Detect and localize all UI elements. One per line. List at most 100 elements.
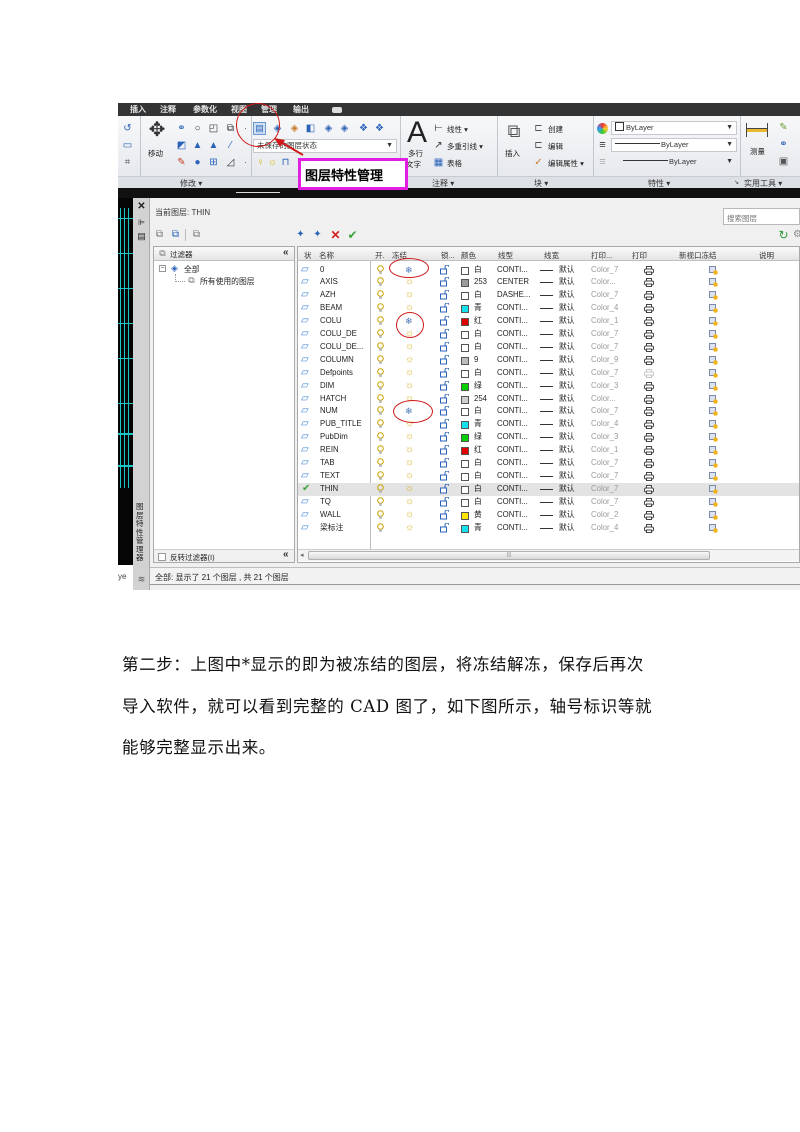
- layer-lineweight[interactable]: 默认: [559, 367, 575, 380]
- layer-name[interactable]: BEAM: [320, 302, 342, 315]
- printer-icon[interactable]: [644, 523, 654, 537]
- layer-plot-style[interactable]: Color_7: [591, 264, 618, 277]
- layer-row[interactable]: ▱ DIM ☼ 绿 CONTI... 默认 Color_3: [298, 380, 799, 393]
- layer-linetype[interactable]: CONTI...: [497, 264, 528, 277]
- layer-unisolate-icon[interactable]: ◈: [338, 122, 351, 135]
- invert-filter-checkbox[interactable]: [158, 553, 166, 561]
- multileader-label[interactable]: 多重引线 ▾: [447, 141, 483, 152]
- layer-name[interactable]: HATCH: [320, 393, 346, 406]
- color-swatch[interactable]: [461, 343, 469, 352]
- color-swatch[interactable]: [461, 395, 469, 404]
- color-swatch[interactable]: [461, 498, 469, 507]
- layer-linetype[interactable]: CONTI...: [497, 315, 528, 328]
- layer-name[interactable]: THIN: [320, 483, 338, 496]
- table-label[interactable]: 表格: [447, 158, 462, 169]
- layer-color[interactable]: 绿: [474, 431, 482, 444]
- scroll-thumb[interactable]: |||: [308, 551, 710, 560]
- layer-row[interactable]: ▱ PubDim ☼ 绿 CONTI... 默认 Color_3: [298, 431, 799, 444]
- layer-plot-style[interactable]: Color_7: [591, 405, 618, 418]
- color-swatch[interactable]: [461, 511, 469, 520]
- create-block-icon[interactable]: ⊏: [532, 122, 545, 135]
- insert-label[interactable]: 插入: [505, 148, 520, 159]
- invert-filter-label[interactable]: 反转过滤器(I): [170, 552, 215, 563]
- color-dropdown[interactable]: ByLayer ▼: [611, 121, 737, 135]
- layer-linetype[interactable]: CONTI...: [497, 418, 528, 431]
- vp-freeze-icon[interactable]: [709, 523, 718, 537]
- color-swatch[interactable]: [461, 318, 469, 327]
- new-property-filter-icon[interactable]: ⧉: [153, 228, 166, 241]
- rotate-icon[interactable]: ○: [191, 122, 204, 135]
- layer-freeze-icon[interactable]: ❖: [357, 122, 370, 135]
- layer-lineweight[interactable]: 默认: [559, 522, 575, 535]
- move-icon[interactable]: ✥: [146, 118, 168, 142]
- layer-plot-style[interactable]: Color_7: [591, 341, 618, 354]
- color-swatch[interactable]: [461, 472, 469, 481]
- bulb-on-icon[interactable]: [377, 522, 384, 536]
- layer-plot-style[interactable]: Color_7: [591, 470, 618, 483]
- linear-dimension-icon[interactable]: ⊢: [432, 122, 445, 135]
- layer-lineweight[interactable]: 默认: [559, 341, 575, 354]
- lineweight-icon[interactable]: ≡: [596, 156, 609, 169]
- layer-name[interactable]: PubDim: [320, 431, 348, 444]
- layer-name[interactable]: TAB: [320, 457, 335, 470]
- more-dropdown-icon[interactable]: ·: [239, 156, 252, 169]
- delete-layer-icon[interactable]: ✕: [329, 228, 342, 241]
- layer-color[interactable]: 254: [474, 393, 487, 406]
- undo-arrow-icon[interactable]: ↺: [121, 122, 134, 135]
- layer-row[interactable]: ▱ AZH ☼ 白 DASHE... 默认 Color_7: [298, 289, 799, 302]
- layer-row[interactable]: ▱ TAB ☼ 白 CONTI... 默认 Color_7: [298, 457, 799, 470]
- color-swatch[interactable]: [461, 421, 469, 430]
- layer-plot-style[interactable]: Color...: [591, 393, 616, 406]
- layer-color[interactable]: 白: [474, 483, 482, 496]
- color-swatch[interactable]: [461, 460, 469, 468]
- sun-thawed-icon[interactable]: ☼: [405, 470, 414, 483]
- layer-lineweight[interactable]: 默认: [559, 496, 575, 509]
- measure-label[interactable]: 测量: [750, 146, 765, 157]
- layer-lineweight[interactable]: 默认: [559, 431, 575, 444]
- color-swatch[interactable]: [461, 447, 469, 456]
- layer-plot-style[interactable]: Color_3: [591, 431, 618, 444]
- color-swatch[interactable]: [461, 485, 469, 494]
- tab-extra-icon[interactable]: [332, 107, 342, 113]
- tree-collapse-toggle[interactable]: −: [159, 265, 166, 272]
- layer-linetype[interactable]: CONTI...: [497, 341, 528, 354]
- move-label[interactable]: 移动: [148, 148, 163, 159]
- layer-name[interactable]: TQ: [320, 496, 331, 509]
- edit-attributes-label[interactable]: 编辑属性 ▾: [548, 158, 584, 169]
- group-icon[interactable]: ⚭: [777, 138, 790, 151]
- column-lineweight[interactable]: 线宽: [544, 250, 559, 261]
- sun-thawed-icon[interactable]: ☼: [405, 367, 414, 380]
- layer-color[interactable]: 白: [474, 470, 482, 483]
- layer-row[interactable]: ▱ COLU ❄ 红 CONTI... 默认 Color_1: [298, 315, 799, 328]
- sun-thawed-icon[interactable]: ☼: [405, 444, 414, 457]
- layer-name[interactable]: COLU: [320, 315, 342, 328]
- linear-dimension-label[interactable]: 线性 ▾: [447, 124, 468, 135]
- collapse-filters-button[interactable]: «: [283, 549, 289, 560]
- layer-plot-style[interactable]: Color_1: [591, 315, 618, 328]
- layer-color[interactable]: 黄: [474, 509, 482, 522]
- layer-linetype[interactable]: CONTI...: [497, 470, 528, 483]
- multiline-text-icon[interactable]: A: [405, 118, 429, 148]
- layer-linetype[interactable]: CONTI...: [497, 522, 528, 535]
- layer-color[interactable]: 白: [474, 341, 482, 354]
- sun-thawed-icon[interactable]: ☼: [405, 457, 414, 470]
- layer-row[interactable]: ▱ HATCH ☼ 254 CONTI... 默认 Color...: [298, 393, 799, 406]
- layer-color[interactable]: 青: [474, 302, 482, 315]
- table-icon[interactable]: ▦: [432, 156, 445, 169]
- layer-name[interactable]: NUM: [320, 405, 338, 418]
- color-swatch[interactable]: [461, 524, 469, 533]
- grid-array-icon[interactable]: ⊞: [207, 156, 220, 169]
- quick-select-icon[interactable]: ✎: [777, 121, 790, 134]
- layer-plot-style[interactable]: Color_7: [591, 289, 618, 302]
- sun-thawed-icon[interactable]: ☼: [405, 354, 414, 367]
- mtext-label[interactable]: 多行: [408, 148, 423, 159]
- layer-name[interactable]: PUB_TITLE: [320, 418, 362, 431]
- tab-output[interactable]: 输出: [293, 104, 309, 115]
- array-icon[interactable]: ●: [191, 156, 204, 169]
- copy-icon[interactable]: ⚭: [175, 122, 188, 135]
- layer-plot-style[interactable]: Color_7: [591, 496, 618, 509]
- column-description[interactable]: 说明: [759, 250, 774, 261]
- sun-thawed-icon[interactable]: ☼: [405, 276, 414, 289]
- layer-linetype[interactable]: CONTI...: [497, 367, 528, 380]
- layer-lineweight[interactable]: 默认: [559, 380, 575, 393]
